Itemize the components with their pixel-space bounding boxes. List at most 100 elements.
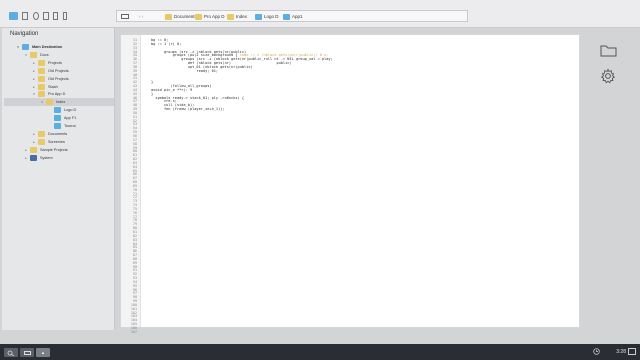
- expand-toggle-icon[interactable]: ▸: [32, 77, 36, 81]
- breadcrumb-item[interactable]: Pro App D: [195, 12, 225, 21]
- breadcrumb-label: App1: [292, 14, 303, 19]
- folder-icon: [38, 67, 45, 74]
- tree-item-label: Logo D: [64, 108, 77, 113]
- tree-item[interactable]: Logo D: [48, 106, 76, 114]
- folder-icon: [38, 83, 45, 90]
- clock-icon[interactable]: [593, 348, 600, 355]
- tree-item[interactable]: ▸ Screenies: [32, 138, 65, 146]
- notification-icon[interactable]: [628, 348, 636, 355]
- expand-toggle-icon[interactable]: ▾: [40, 100, 44, 104]
- breadcrumb-bar[interactable]: ‹ › Documents Pro App D Index Logo D App1: [116, 10, 468, 22]
- breadcrumb-item[interactable]: Documents: [165, 12, 197, 21]
- expand-toggle-icon[interactable]: ▸: [24, 156, 28, 160]
- folder-icon: [255, 13, 262, 20]
- tree-item[interactable]: ▸ Old Projects: [32, 67, 69, 75]
- code-line[interactable]: fen (fromw (player_ze+h_1));: [151, 107, 225, 111]
- tree-item[interactable]: ▾ Index: [4, 98, 114, 107]
- code-line[interactable]: ready; 01;: [151, 69, 218, 73]
- device-icon[interactable]: [53, 12, 58, 20]
- tree-item-label: Pro App D: [48, 92, 66, 97]
- folder-icon: [38, 59, 45, 66]
- expand-toggle-icon[interactable]: ▾: [16, 45, 20, 49]
- folder-icon: [54, 107, 61, 114]
- breadcrumb-label: Documents: [174, 14, 197, 19]
- navigation-panel: Navigation ▾ Main Destination ▾ Docs ▸ Projec…: [2, 28, 115, 330]
- folder-icon: [46, 99, 53, 106]
- nav-arrows-icon[interactable]: ‹ ›: [139, 12, 143, 21]
- clock-time: 3:28: [616, 349, 626, 355]
- code-text: avoid pic_e **r): 9: [151, 87, 193, 92]
- expand-toggle-icon[interactable]: ▸: [32, 132, 36, 136]
- tree-item[interactable]: ▸ Documents: [32, 130, 67, 138]
- folder-icon: [195, 13, 202, 20]
- expand-toggle-icon[interactable]: ▸: [32, 69, 36, 73]
- folder-icon: [227, 13, 234, 20]
- folder-icon[interactable]: [600, 44, 617, 57]
- tree-item-label: Stash: [48, 84, 58, 89]
- line-number: 107: [130, 329, 137, 334]
- folder-icon: [30, 146, 37, 153]
- breadcrumb-item[interactable]: Index: [227, 12, 247, 21]
- tree-item-label: System: [40, 155, 53, 160]
- app-button[interactable]: ▲: [36, 348, 50, 357]
- folder-icon: [38, 130, 45, 137]
- expand-toggle-icon[interactable]: ▸: [24, 148, 28, 152]
- expand-toggle-icon[interactable]: ▾: [32, 92, 36, 96]
- tree-item[interactable]: ▾ Docs: [24, 51, 49, 59]
- tree-item-label: App F1: [64, 116, 77, 121]
- search-icon: [7, 350, 15, 356]
- toolbar: ‹ › Documents Pro App D Index Logo D App1: [0, 0, 640, 28]
- tree-item[interactable]: Tourna: [48, 122, 76, 130]
- code-text: ready; 01;: [151, 68, 219, 73]
- tree-item-label: Documents: [48, 131, 68, 136]
- tree-item-label: Main Destination: [32, 45, 63, 49]
- tree-item[interactable]: ▸ System: [24, 154, 53, 162]
- expand-toggle-icon[interactable]: ▸: [32, 85, 36, 89]
- line-number-gutter: 31 32 33 34 35 36 37 38 39 40 41 42 43 44 45 46 47 48 49 50…: [121, 35, 141, 334]
- app-logo-icon[interactable]: [9, 12, 18, 20]
- tree-item-label: Projects: [48, 60, 62, 65]
- breadcrumb-label: Pro App D: [204, 14, 225, 19]
- code-line[interactable]: avoid pic_e **r): 9: [151, 88, 192, 92]
- code-text: fen (fromw (player_ze+h_1));: [151, 107, 225, 112]
- view-toggle-icon[interactable]: [121, 12, 129, 21]
- folder-icon: [54, 115, 61, 122]
- breadcrumb-label: Logo D: [264, 14, 279, 19]
- window-icon[interactable]: [22, 12, 28, 20]
- expand-toggle-icon[interactable]: ▸: [32, 140, 36, 144]
- folder-icon: [38, 91, 45, 98]
- code-text: bg := 1 (r) 0;: [151, 41, 182, 46]
- tree-item-label: Screenies: [48, 139, 65, 144]
- tree-item[interactable]: ▾ Main Destination: [16, 43, 62, 51]
- tree-item-label: Old Projects: [48, 68, 69, 73]
- breadcrumb-item[interactable]: Logo D: [255, 12, 279, 21]
- breadcrumb-item[interactable]: App1: [283, 12, 303, 21]
- tree-item-label: Old Projects: [48, 76, 69, 81]
- folder-icon: [54, 123, 61, 129]
- tree-item[interactable]: ▸ Projects: [32, 59, 62, 67]
- tree-item-label: Index: [56, 100, 66, 105]
- folder-icon: [283, 13, 290, 20]
- tree-item[interactable]: ▾ Pro App D: [32, 90, 65, 98]
- tree-item[interactable]: ▸ Sample Projects: [24, 146, 68, 154]
- tree-item[interactable]: App F1: [48, 114, 76, 122]
- files-button[interactable]: [20, 348, 34, 357]
- expand-toggle-icon[interactable]: ▾: [24, 53, 28, 57]
- window-icon: [23, 350, 31, 355]
- app-glyph-icon: ▲: [41, 350, 45, 355]
- navigation-title: Navigation: [10, 31, 39, 37]
- settings-gear-icon[interactable]: [600, 68, 616, 84]
- tree-item[interactable]: ▸ Stash: [32, 83, 58, 91]
- code-line[interactable]: bg := 1 (r) 0;: [151, 42, 181, 46]
- tree-item-label: Tourna: [64, 124, 76, 128]
- expand-toggle-icon[interactable]: ▸: [32, 61, 36, 65]
- tree-item-label: Docs: [40, 52, 49, 57]
- taskbar: ▲ 3:28: [0, 344, 640, 360]
- square-icon[interactable]: [43, 12, 49, 20]
- refresh-icon[interactable]: [33, 12, 39, 20]
- phone-icon[interactable]: [63, 12, 67, 20]
- folder-icon: [30, 51, 37, 58]
- tree-item[interactable]: ▸ Old Projects: [32, 75, 69, 83]
- search-button[interactable]: [4, 348, 18, 357]
- code-editor[interactable]: 31 32 33 34 35 36 37 38 39 40 41 42 43 44 45 46 47 48 49 50…: [120, 34, 580, 334]
